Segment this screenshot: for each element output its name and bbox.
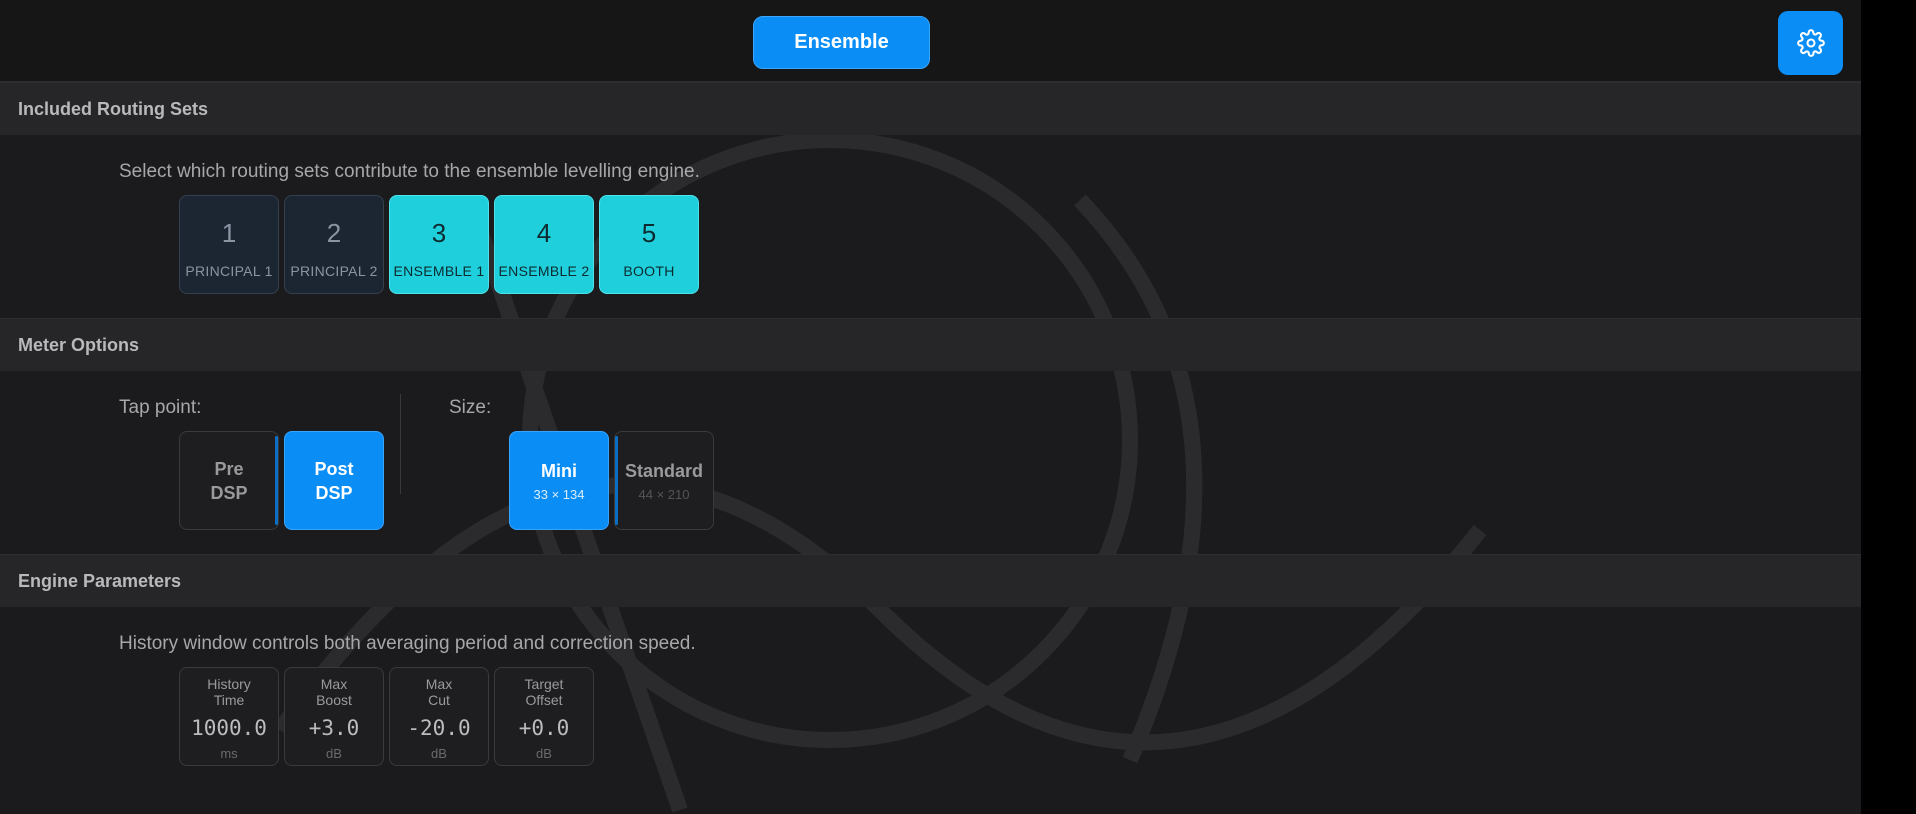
routing-set-number: 2 <box>326 218 342 248</box>
options-divider <box>400 394 401 494</box>
routing-set-label: ENSEMBLE 1 <box>393 263 485 279</box>
param-value: +3.0 <box>308 716 360 740</box>
tap-pre-line2: DSP <box>210 482 248 503</box>
toggle-edge <box>615 436 618 525</box>
settings-button[interactable] <box>1778 11 1843 75</box>
history-time-param[interactable]: History Time 1000.0 ms <box>179 667 279 766</box>
engine-parameters-header: Engine Parameters <box>0 554 1861 607</box>
gear-icon <box>1796 29 1825 57</box>
ensemble-mode-button[interactable]: Ensemble <box>753 16 930 69</box>
tap-point-label: Tap point: <box>119 397 202 418</box>
param-unit: dB <box>536 746 552 761</box>
routing-set-4-button[interactable]: 4 ENSEMBLE 2 <box>494 195 594 294</box>
max-boost-param[interactable]: Max Boost +3.0 dB <box>284 667 384 766</box>
routing-set-5-button[interactable]: 5 BOOTH <box>599 195 699 294</box>
routing-set-3-button[interactable]: 3 ENSEMBLE 1 <box>389 195 489 294</box>
size-label: Size: <box>449 397 492 418</box>
param-value: -20.0 <box>407 716 471 740</box>
param-title: Max Boost <box>316 676 352 708</box>
routing-set-number: 5 <box>641 218 657 248</box>
routing-set-label: PRINCIPAL 2 <box>290 263 378 279</box>
settings-panel: Ensemble Included Routing Sets Select wh… <box>0 0 1861 814</box>
param-title: Max Cut <box>425 676 453 708</box>
param-value: +0.0 <box>518 716 570 740</box>
tap-post-dsp-button[interactable]: Post DSP <box>284 431 384 530</box>
size-standard-button[interactable]: Standard 44 × 210 <box>614 431 714 530</box>
toggle-edge <box>275 436 278 525</box>
tap-post-line2: DSP <box>315 482 353 503</box>
max-cut-param[interactable]: Max Cut -20.0 dB <box>389 667 489 766</box>
size-standard-label: Standard <box>624 461 703 481</box>
routing-set-1-button[interactable]: 1 PRINCIPAL 1 <box>179 195 279 294</box>
routing-sets-description: Select which routing sets contribute to … <box>119 161 700 182</box>
param-unit: dB <box>326 746 342 761</box>
param-title: Target Offset <box>524 676 564 708</box>
top-bar: Ensemble <box>0 0 1861 82</box>
tap-pre-line1: Pre <box>214 458 244 479</box>
routing-set-2-button[interactable]: 2 PRINCIPAL 2 <box>284 195 384 294</box>
tap-pre-dsp-button[interactable]: Pre DSP <box>179 431 279 530</box>
param-title: History Time <box>207 676 251 708</box>
routing-set-label: PRINCIPAL 1 <box>185 263 273 279</box>
size-mini-label: Mini <box>541 461 577 481</box>
size-mini-button[interactable]: Mini 33 × 134 <box>509 431 609 530</box>
size-mini-dims: 33 × 134 <box>533 487 585 502</box>
tap-post-line1: Post <box>314 458 354 479</box>
routing-sets-header: Included Routing Sets <box>0 82 1861 135</box>
routing-set-number: 4 <box>536 218 552 248</box>
routing-set-label: BOOTH <box>623 263 675 279</box>
meter-options-header: Meter Options <box>0 318 1861 371</box>
size-standard-dims: 44 × 210 <box>638 487 690 502</box>
target-offset-param[interactable]: Target Offset +0.0 dB <box>494 667 594 766</box>
routing-set-number: 3 <box>431 218 447 248</box>
param-value: 1000.0 <box>191 716 267 740</box>
param-unit: ms <box>220 746 238 761</box>
routing-set-number: 1 <box>221 218 237 248</box>
routing-set-label: ENSEMBLE 2 <box>498 263 590 279</box>
param-unit: dB <box>431 746 447 761</box>
engine-description: History window controls both averaging p… <box>119 633 696 654</box>
